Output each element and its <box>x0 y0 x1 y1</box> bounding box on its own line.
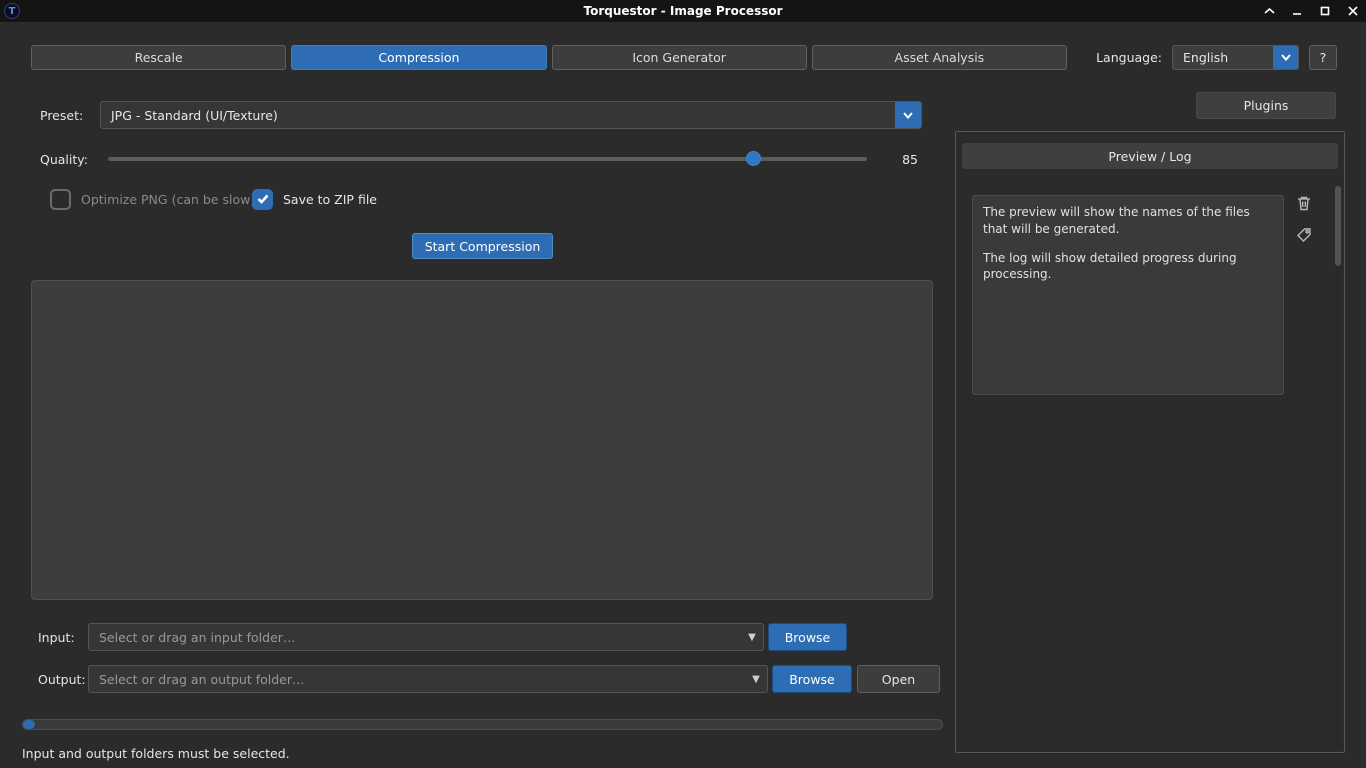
input-folder-field[interactable] <box>89 630 741 645</box>
minimize-icon[interactable] <box>1288 2 1306 20</box>
check-icon <box>257 194 269 204</box>
progress-fill <box>23 720 35 729</box>
collapse-icon[interactable] <box>1260 2 1278 20</box>
dropdown-arrow-icon[interactable]: ▼ <box>745 674 767 685</box>
trash-icon[interactable] <box>1296 195 1312 211</box>
preset-select[interactable]: JPG - Standard (UI/Texture) <box>100 101 922 129</box>
input-folder-combobox[interactable]: ▼ <box>88 623 764 651</box>
output-label: Output: <box>38 672 86 687</box>
tab-compression[interactable]: Compression <box>291 45 546 70</box>
tag-icon[interactable] <box>1296 227 1312 243</box>
language-value: English <box>1173 46 1273 69</box>
tab-icon-generator[interactable]: Icon Generator <box>552 45 807 70</box>
tab-rescale[interactable]: Rescale <box>31 45 286 70</box>
log-line: The preview will show the names of the f… <box>983 204 1273 238</box>
input-label: Input: <box>38 630 75 645</box>
start-compression-button[interactable]: Start Compression <box>412 233 553 259</box>
language-area: Language: English ? <box>1096 45 1337 70</box>
preview-log-header[interactable]: Preview / Log <box>962 143 1338 169</box>
save-zip-checkbox[interactable] <box>252 189 273 210</box>
file-list-panel[interactable] <box>31 280 933 600</box>
titlebar: T Torquestor - Image Processor <box>0 0 1366 22</box>
optimize-png-checkbox[interactable] <box>50 189 71 210</box>
optimize-png-option[interactable]: Optimize PNG (can be slow) <box>50 188 255 210</box>
input-browse-button[interactable]: Browse <box>768 623 847 651</box>
window-controls <box>1260 0 1362 22</box>
save-zip-option[interactable]: Save to ZIP file <box>252 188 377 210</box>
save-zip-label: Save to ZIP file <box>283 192 377 207</box>
tab-asset-analysis[interactable]: Asset Analysis <box>812 45 1067 70</box>
log-line: The log will show detailed progress duri… <box>983 250 1273 284</box>
output-folder-field[interactable] <box>89 672 745 687</box>
plugins-button[interactable]: Plugins <box>1196 92 1336 119</box>
tab-bar: Rescale Compression Icon Generator Asset… <box>31 45 1067 70</box>
quality-slider[interactable] <box>108 149 867 169</box>
log-toolbar <box>1296 195 1312 243</box>
log-output[interactable]: The preview will show the names of the f… <box>972 195 1284 395</box>
help-button[interactable]: ? <box>1309 45 1337 70</box>
chevron-down-icon[interactable] <box>895 102 921 128</box>
quality-label: Quality: <box>40 152 88 167</box>
output-folder-combobox[interactable]: ▼ <box>88 665 768 693</box>
preset-value: JPG - Standard (UI/Texture) <box>101 108 895 123</box>
scrollbar-thumb[interactable] <box>1335 186 1341 266</box>
chevron-down-icon[interactable] <box>1273 46 1298 69</box>
language-select[interactable]: English <box>1172 45 1299 70</box>
status-message: Input and output folders must be selecte… <box>22 746 290 761</box>
output-browse-button[interactable]: Browse <box>772 665 852 693</box>
slider-handle[interactable] <box>746 151 761 166</box>
optimize-png-label: Optimize PNG (can be slow) <box>81 192 255 207</box>
preview-log-panel: Preview / Log The preview will show the … <box>955 131 1345 753</box>
preset-label: Preset: <box>40 108 83 123</box>
dropdown-arrow-icon[interactable]: ▼ <box>741 632 763 643</box>
maximize-icon[interactable] <box>1316 2 1334 20</box>
panel-scrollbar[interactable] <box>1335 186 1341 748</box>
close-icon[interactable] <box>1344 2 1362 20</box>
language-label: Language: <box>1096 50 1162 65</box>
quality-value: 85 <box>880 152 918 167</box>
progress-bar <box>22 719 943 730</box>
window-title: Torquestor - Image Processor <box>0 0 1366 22</box>
output-open-button[interactable]: Open <box>857 665 940 693</box>
